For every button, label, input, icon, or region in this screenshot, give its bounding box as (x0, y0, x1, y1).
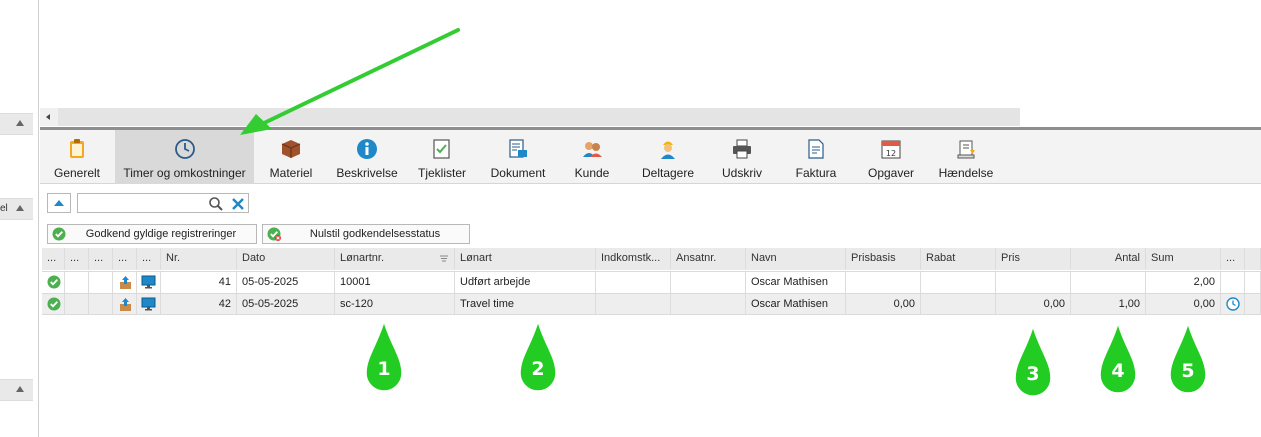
annotation-marker-2: 2 (518, 318, 558, 393)
marker-drop-icon (519, 318, 557, 392)
marker-drop-icon (1099, 320, 1137, 394)
annotation-marker-3: 3 (1013, 323, 1053, 398)
marker-number: 1 (377, 358, 391, 380)
marker-drop-icon (1169, 320, 1207, 394)
marker-drop-icon (1014, 323, 1052, 397)
marker-drop-icon (365, 318, 403, 392)
marker-number: 4 (1111, 360, 1125, 382)
annotation-marker-4: 4 (1098, 320, 1138, 395)
annotation-marker-5: 5 (1168, 320, 1208, 395)
app-window: el Generelt Timer og omkostninger Materi… (0, 0, 1261, 437)
annotation-marker-1: 1 (364, 318, 404, 393)
marker-number: 2 (531, 358, 545, 380)
marker-number: 5 (1181, 360, 1195, 382)
marker-number: 3 (1026, 363, 1040, 385)
pointer-arrow-annotation (240, 28, 460, 135)
